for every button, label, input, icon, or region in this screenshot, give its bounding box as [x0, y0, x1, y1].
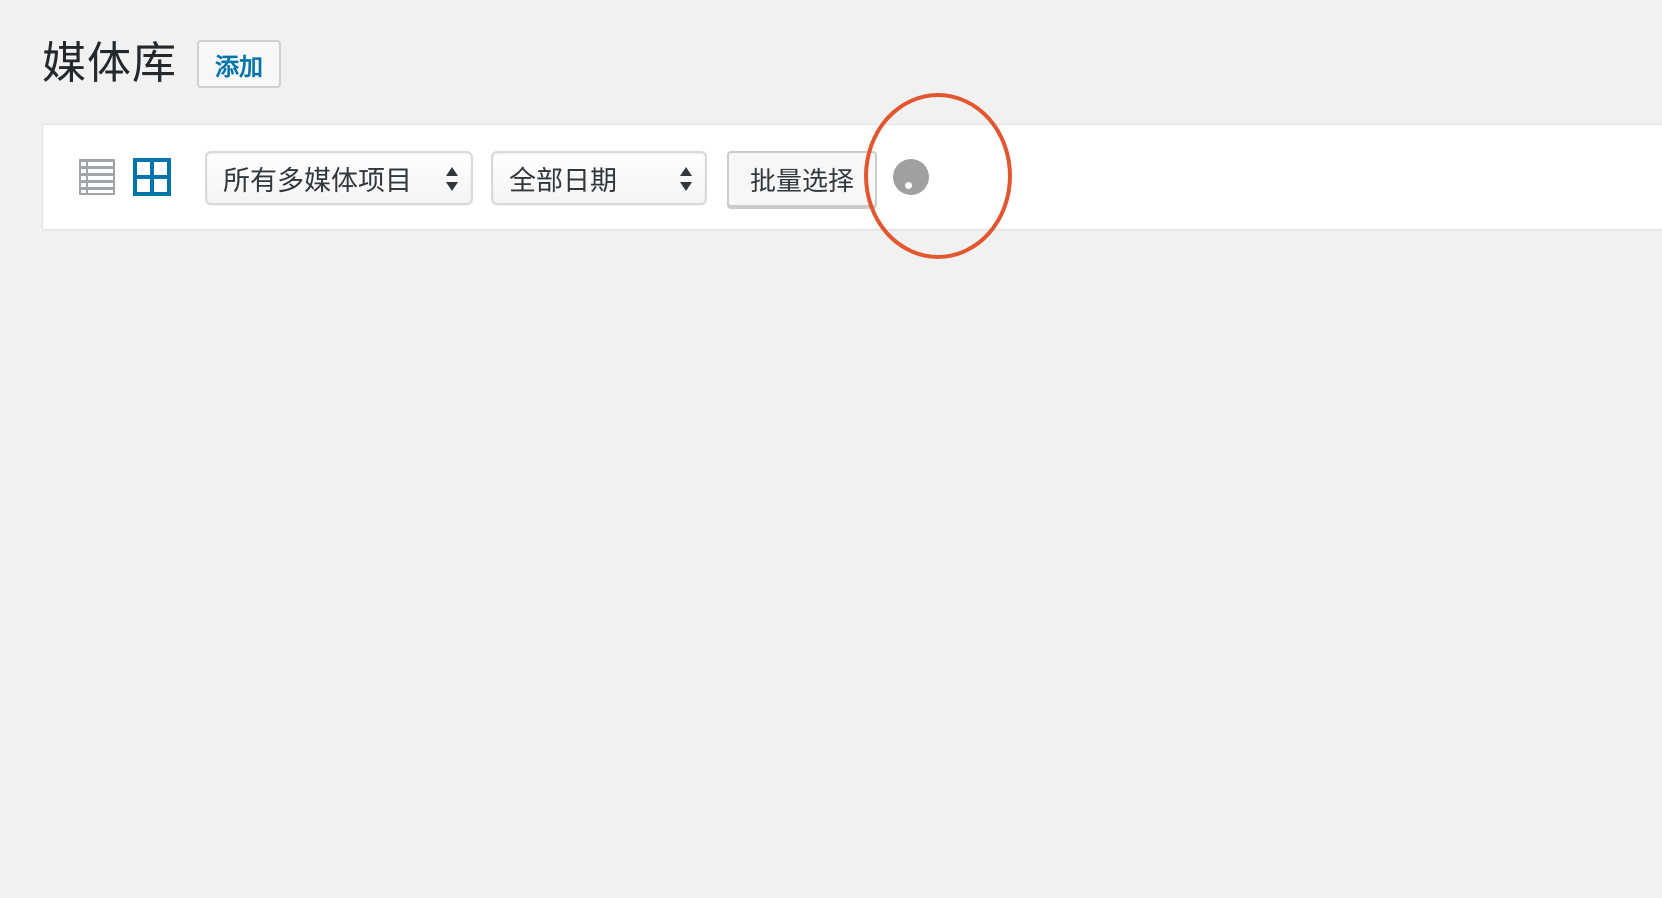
- spinner-dot: [905, 182, 912, 189]
- page-title: 媒体库: [42, 38, 177, 89]
- loading-spinner-icon: [893, 159, 929, 195]
- media-type-filter-select[interactable]: 所有多媒体项目: [205, 151, 473, 205]
- date-filter-value: 全部日期: [509, 165, 617, 197]
- media-toolbar: 所有多媒体项目 全部日期 批量选择: [42, 124, 1662, 230]
- select-arrows-icon: [679, 165, 693, 193]
- grid-view-icon[interactable]: [133, 158, 171, 196]
- select-arrows-icon: [445, 165, 459, 193]
- bulk-select-button[interactable]: 批量选择: [727, 151, 877, 207]
- page-header: 媒体库 添加: [42, 34, 281, 94]
- add-new-button[interactable]: 添加: [197, 40, 281, 88]
- list-view-icon[interactable]: [79, 159, 115, 195]
- date-filter-select[interactable]: 全部日期: [491, 151, 707, 205]
- media-type-filter-value: 所有多媒体项目: [223, 165, 412, 197]
